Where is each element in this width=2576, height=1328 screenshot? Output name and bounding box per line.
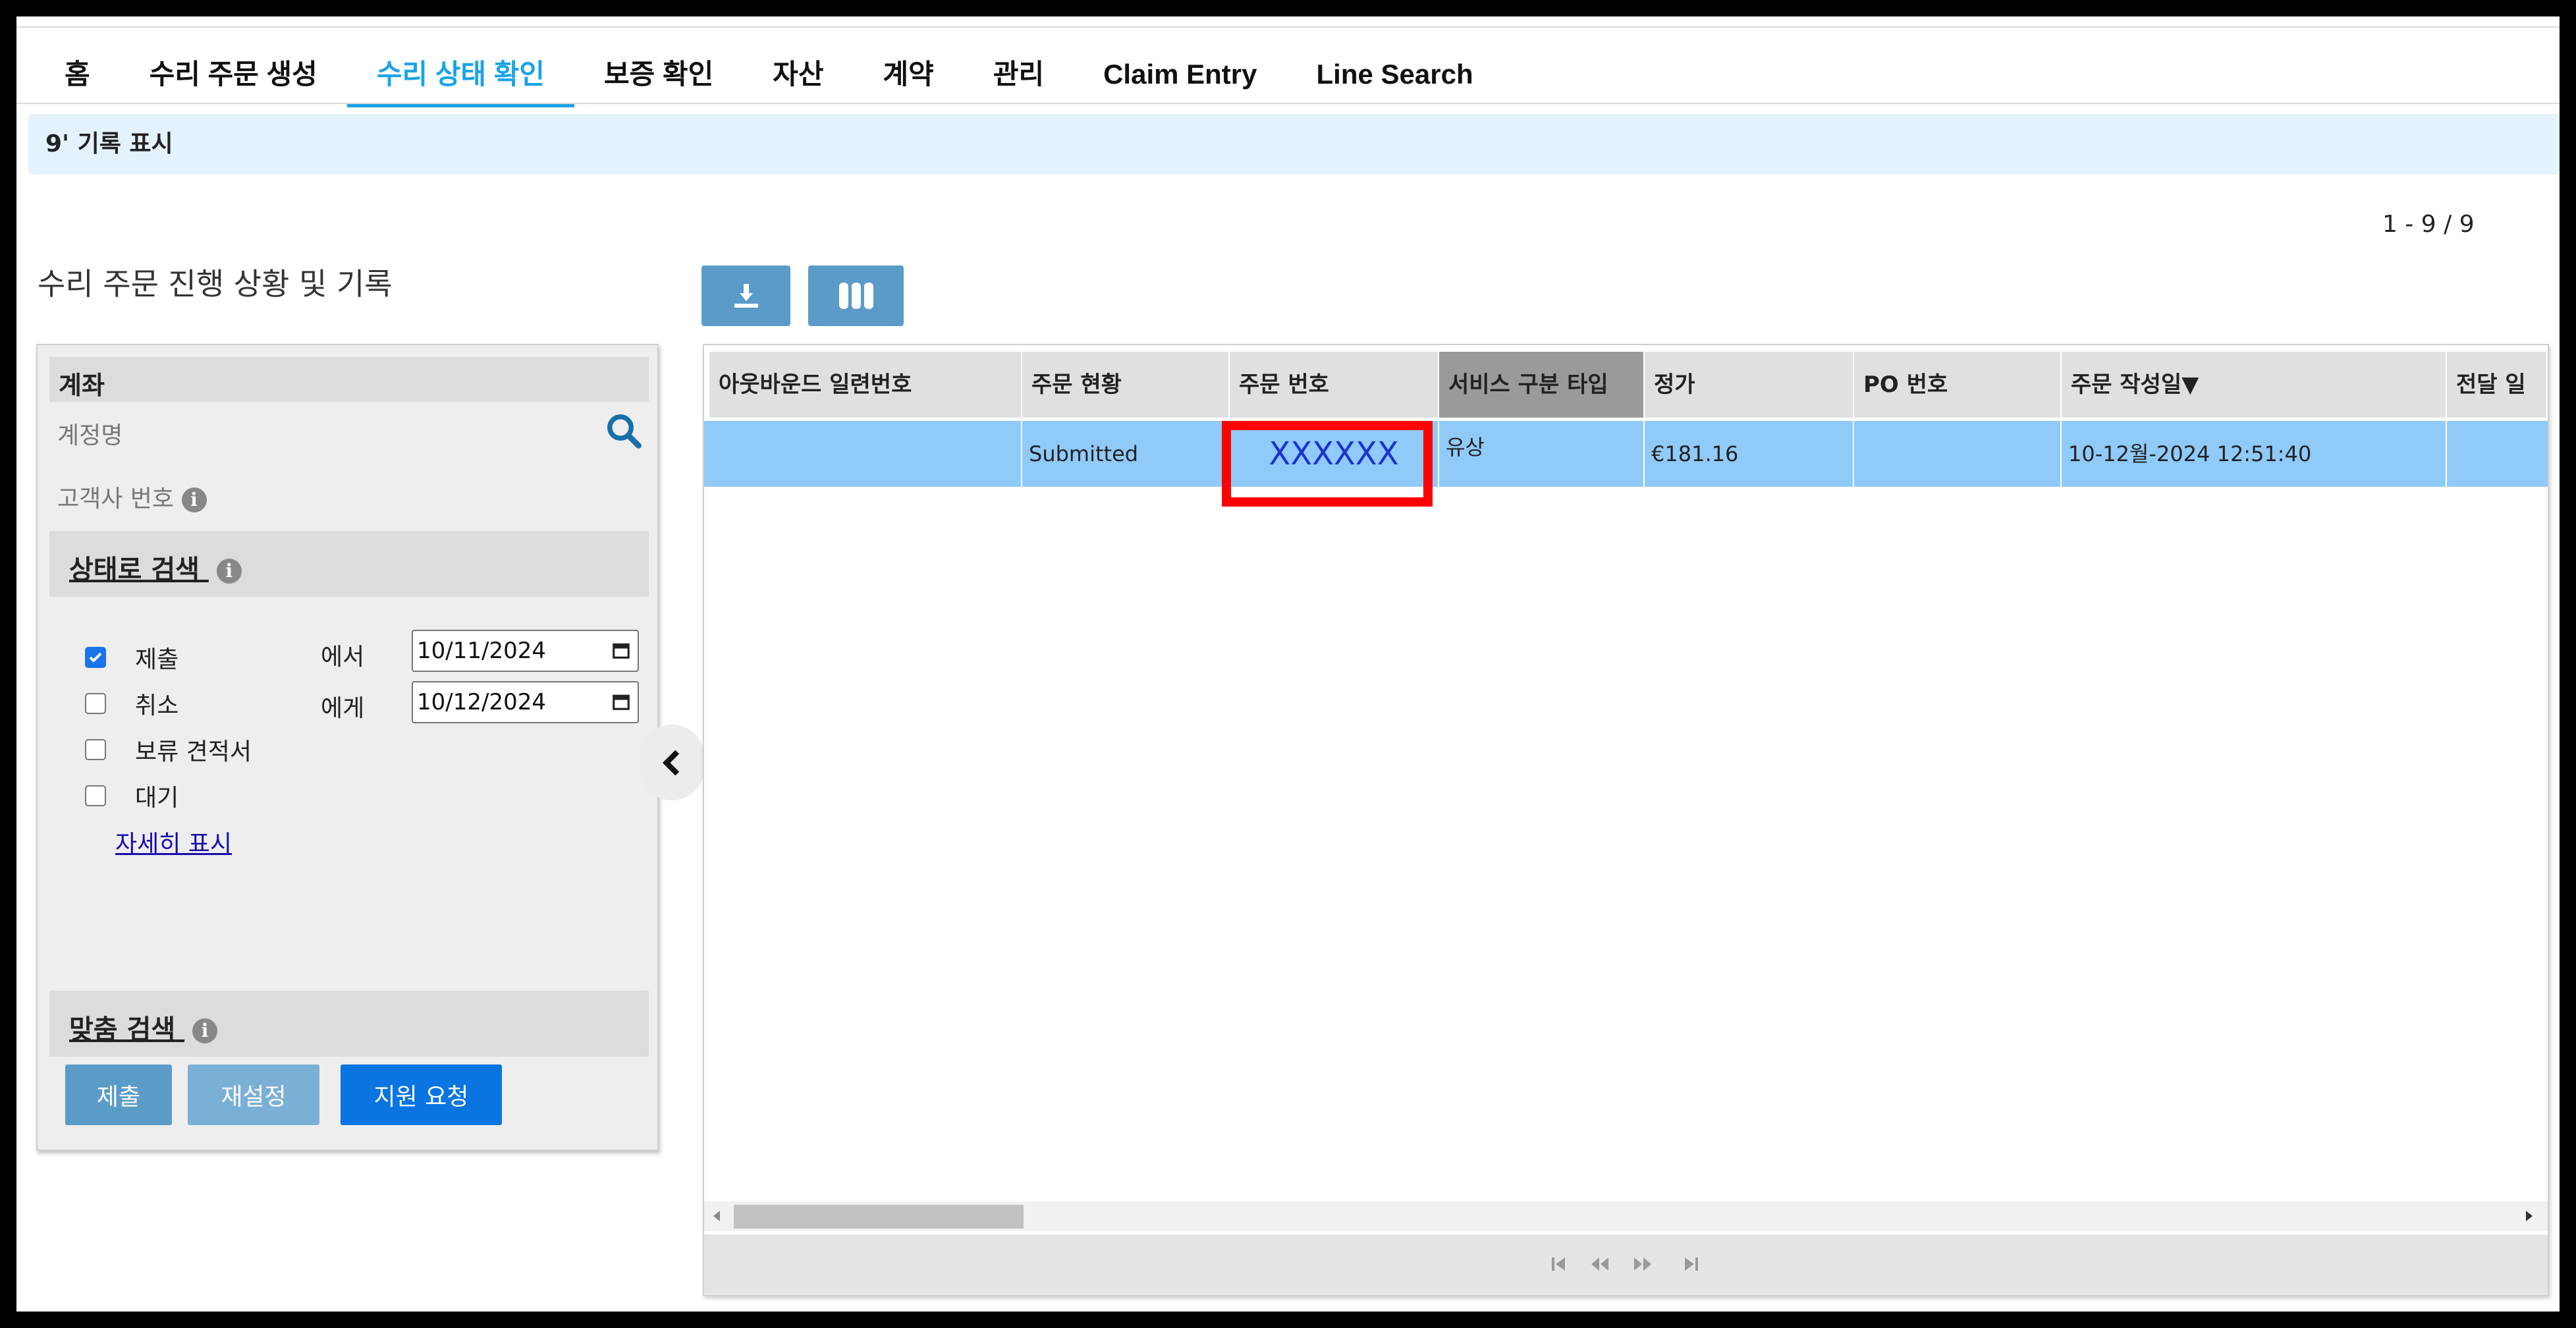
column-header[interactable]: 정가: [1645, 352, 1854, 418]
show-more-link[interactable]: 자세히 표시: [115, 825, 232, 859]
created-date-cell: 10-12월-2024 12:51:40: [2062, 421, 2447, 487]
app-window: 홈 수리 주문 생성 수리 상태 확인 보증 확인 자산 계약 관리 Claim…: [16, 16, 2560, 1312]
delivery-date-cell: [2447, 421, 2548, 487]
last-page-icon[interactable]: [1682, 1256, 1699, 1272]
calendar-icon[interactable]: [611, 692, 631, 711]
table-row[interactable]: Submitted XXXXXX 유상 €181.16 10-12월-2024 …: [704, 421, 2548, 487]
tab-admin[interactable]: 관리: [964, 55, 1074, 107]
info-icon[interactable]: i: [216, 559, 242, 584]
status-label: 취소: [135, 692, 179, 719]
account-section-header: 계좌: [49, 357, 649, 402]
from-label: 에서: [321, 644, 365, 671]
list-price-cell: €181.16: [1645, 421, 1854, 487]
tab-home[interactable]: 홈: [35, 55, 120, 107]
to-label: 에게: [321, 695, 365, 722]
checkbox[interactable]: [85, 785, 106, 806]
account-section-title: 계좌: [59, 371, 105, 400]
info-icon[interactable]: i: [192, 1018, 218, 1043]
download-button[interactable]: [701, 265, 790, 326]
main-nav: 홈 수리 주문 생성 수리 상태 확인 보증 확인 자산 계약 관리 Claim…: [35, 55, 1503, 107]
chevron-left-icon: [662, 750, 680, 775]
custom-search-header[interactable]: 맞춤 검색 i: [49, 991, 649, 1057]
customer-number-label: 고객사 번호 i: [57, 480, 207, 514]
status-checkbox-cancelled[interactable]: 취소: [85, 686, 178, 721]
top-divider: [16, 26, 2560, 28]
tab-contracts[interactable]: 계약: [854, 55, 964, 107]
record-count: 1 - 9 / 9: [2382, 211, 2475, 238]
column-header[interactable]: PO 번호: [1854, 352, 2062, 418]
status-checkbox-submitted[interactable]: 제출: [85, 640, 178, 675]
outbound-serial-cell: [704, 421, 1022, 487]
tab-assets[interactable]: 자산: [743, 55, 853, 107]
status-checkbox-waiting[interactable]: 대기: [85, 779, 178, 813]
horizontal-scrollbar[interactable]: [704, 1202, 2548, 1231]
tab-create-repair-order[interactable]: 수리 주문 생성: [120, 55, 347, 107]
tab-warranty-check[interactable]: 보증 확인: [574, 55, 743, 107]
column-header[interactable]: 주문 번호: [1230, 352, 1439, 418]
custom-search-title: 맞춤 검색 i: [69, 1008, 218, 1046]
prev-page-icon[interactable]: [1590, 1256, 1610, 1272]
status-search-text: 상태로 검색: [69, 555, 200, 585]
submit-button[interactable]: 제출: [65, 1065, 172, 1125]
support-request-button[interactable]: 지원 요청: [341, 1065, 502, 1125]
checkbox-checked[interactable]: [85, 647, 106, 668]
check-icon: [89, 652, 102, 663]
reset-button[interactable]: 재설정: [188, 1065, 319, 1125]
info-icon[interactable]: i: [181, 487, 207, 512]
to-date-value: 10/12/2024: [417, 689, 546, 715]
first-page-icon[interactable]: [1550, 1256, 1568, 1272]
nav-divider: [16, 103, 2560, 104]
order-status-cell: Submitted: [1022, 421, 1230, 487]
column-header[interactable]: 아웃바운드 일련번호: [709, 352, 1022, 418]
service-type-cell: 유상: [1439, 421, 1645, 487]
calendar-icon[interactable]: [611, 640, 631, 660]
next-page-icon[interactable]: [1633, 1256, 1653, 1272]
scroll-right-icon[interactable]: [2522, 1209, 2535, 1223]
collapse-panel-button[interactable]: [639, 725, 705, 800]
results-grid: 아웃바운드 일련번호 주문 현황 주문 번호 서비스 구분 타입 정가 PO 번…: [703, 344, 2549, 1296]
columns-button[interactable]: [808, 265, 904, 326]
download-icon: [734, 284, 758, 308]
status-search-header[interactable]: 상태로 검색 i: [49, 531, 649, 597]
tab-repair-status[interactable]: 수리 상태 확인: [346, 55, 575, 107]
from-date-value: 10/11/2024: [417, 638, 546, 664]
column-header-sorted[interactable]: 서비스 구분 타입: [1439, 352, 1645, 418]
from-date-input[interactable]: 10/11/2024: [412, 630, 639, 672]
page-title: 수리 주문 진행 상황 및 기록: [38, 266, 393, 302]
records-banner: 9' 기록 표시: [28, 114, 2560, 175]
column-header[interactable]: 전달 일: [2447, 352, 2548, 418]
status-label: 보류 견적서: [135, 738, 252, 765]
status-label: 대기: [135, 785, 179, 812]
column-header[interactable]: 주문 작성일▼: [2062, 352, 2447, 418]
pagination-bar: [704, 1234, 2548, 1294]
filter-panel: 계좌 계정명 고객사 번호 i 상태로 검색 i 제출 취소 보류 견적서 대기…: [36, 344, 659, 1151]
to-date-input[interactable]: 10/12/2024: [412, 681, 639, 723]
customer-number-text: 고객사 번호: [57, 485, 175, 512]
column-header[interactable]: 주문 현황: [1022, 352, 1230, 418]
scrollbar-thumb[interactable]: [734, 1205, 1024, 1229]
status-label: 제출: [135, 646, 179, 673]
status-checkbox-pending-quote[interactable]: 보류 견적서: [85, 733, 252, 767]
tab-claim-entry[interactable]: Claim Entry: [1074, 55, 1286, 107]
checkbox[interactable]: [85, 739, 106, 760]
columns-icon: [838, 283, 873, 309]
status-search-title: 상태로 검색 i: [69, 548, 242, 586]
scroll-left-icon[interactable]: [711, 1209, 724, 1223]
account-name-label: 계정명: [57, 422, 123, 449]
highlight-box: [1222, 421, 1433, 507]
search-icon[interactable]: [604, 411, 644, 451]
custom-search-text: 맞춤 검색: [69, 1014, 176, 1045]
tab-line-search[interactable]: Line Search: [1287, 55, 1503, 107]
po-number-cell: [1854, 421, 2062, 487]
checkbox[interactable]: [85, 693, 106, 714]
